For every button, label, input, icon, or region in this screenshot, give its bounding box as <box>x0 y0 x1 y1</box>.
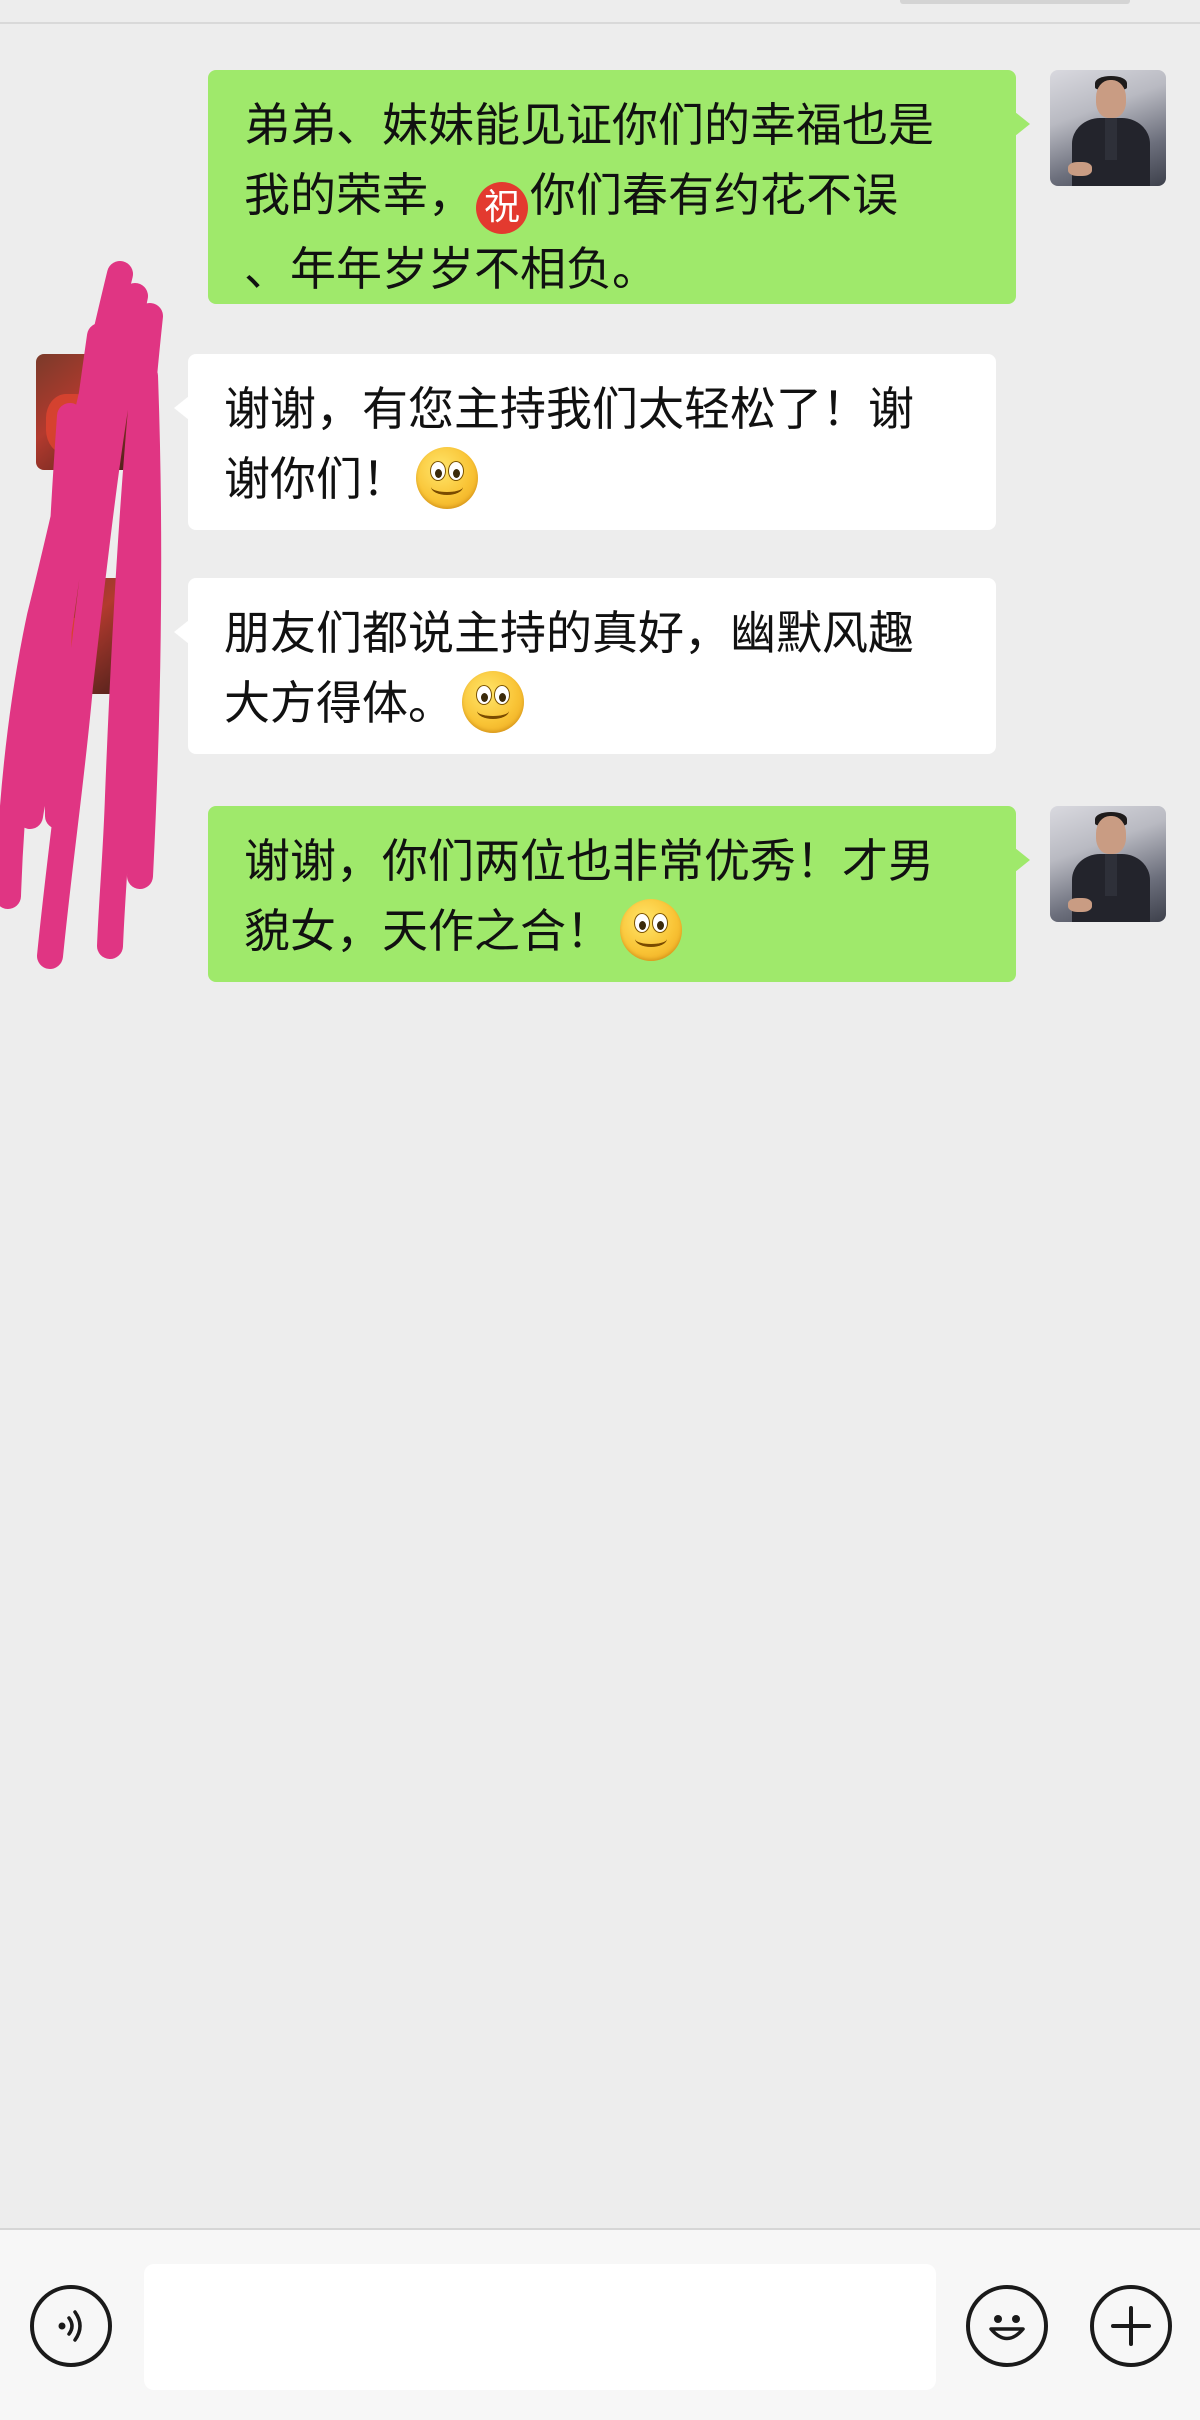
my-avatar[interactable] <box>1050 806 1166 922</box>
blessing-badge-icon: 祝 <box>476 182 528 234</box>
chat-message-list[interactable]: 弟弟、妹妹能见证你们的幸福也是 我的荣幸，祝你们春有约花不误 、年年岁岁不相负。… <box>0 26 1200 2230</box>
top-edge-sliver <box>900 0 1130 4</box>
more-actions-button[interactable] <box>1090 2285 1172 2367</box>
message-bubble-outgoing[interactable]: 弟弟、妹妹能见证你们的幸福也是 我的荣幸，祝你们春有约花不误 、年年岁岁不相负。 <box>208 70 1030 304</box>
contact-avatar[interactable] <box>36 354 152 470</box>
message-bubble-incoming[interactable]: 朋友们都说主持的真好，幽默风趣 大方得体。 <box>174 578 996 754</box>
message-text-line: 你们春有约花不误 <box>530 168 898 222</box>
voice-input-button[interactable] <box>30 2285 112 2367</box>
smile-emoji-icon <box>416 447 478 509</box>
message-text-line: 大方得体。 <box>224 676 454 730</box>
emoji-button[interactable] <box>966 2285 1048 2367</box>
my-avatar[interactable] <box>1050 70 1166 186</box>
message-text-line: 谢你们！ <box>224 452 408 506</box>
message-bubble-incoming[interactable]: 谢谢，有您主持我们太轻松了！谢 谢你们！ <box>174 354 996 530</box>
message-text-line: 朋友们都说主持的真好，幽默风趣 <box>224 606 914 660</box>
top-divider <box>0 0 1200 24</box>
emoji-icon <box>989 2315 1025 2341</box>
message-text-line: 谢谢，你们两位也非常优秀！才男 <box>244 834 934 888</box>
message-text-line: 弟弟、妹妹能见证你们的幸福也是 <box>244 98 934 152</box>
contact-avatar[interactable] <box>36 578 152 694</box>
message-text-line: 我的荣幸， <box>244 168 474 222</box>
smile-emoji-icon <box>620 899 682 961</box>
plus-icon <box>1111 2306 1151 2346</box>
message-text-line: 谢谢，有您主持我们太轻松了！谢 <box>224 382 914 436</box>
smile-emoji-icon <box>462 671 524 733</box>
message-text-line: 、年年岁岁不相负。 <box>244 242 658 296</box>
chat-input-bar <box>0 2228 1200 2420</box>
message-bubble-outgoing[interactable]: 谢谢，你们两位也非常优秀！才男 貌女，天作之合！ <box>208 806 1030 982</box>
message-text-line: 貌女，天作之合！ <box>244 904 612 958</box>
voice-icon <box>58 2310 82 2342</box>
message-text-input[interactable] <box>144 2264 936 2390</box>
